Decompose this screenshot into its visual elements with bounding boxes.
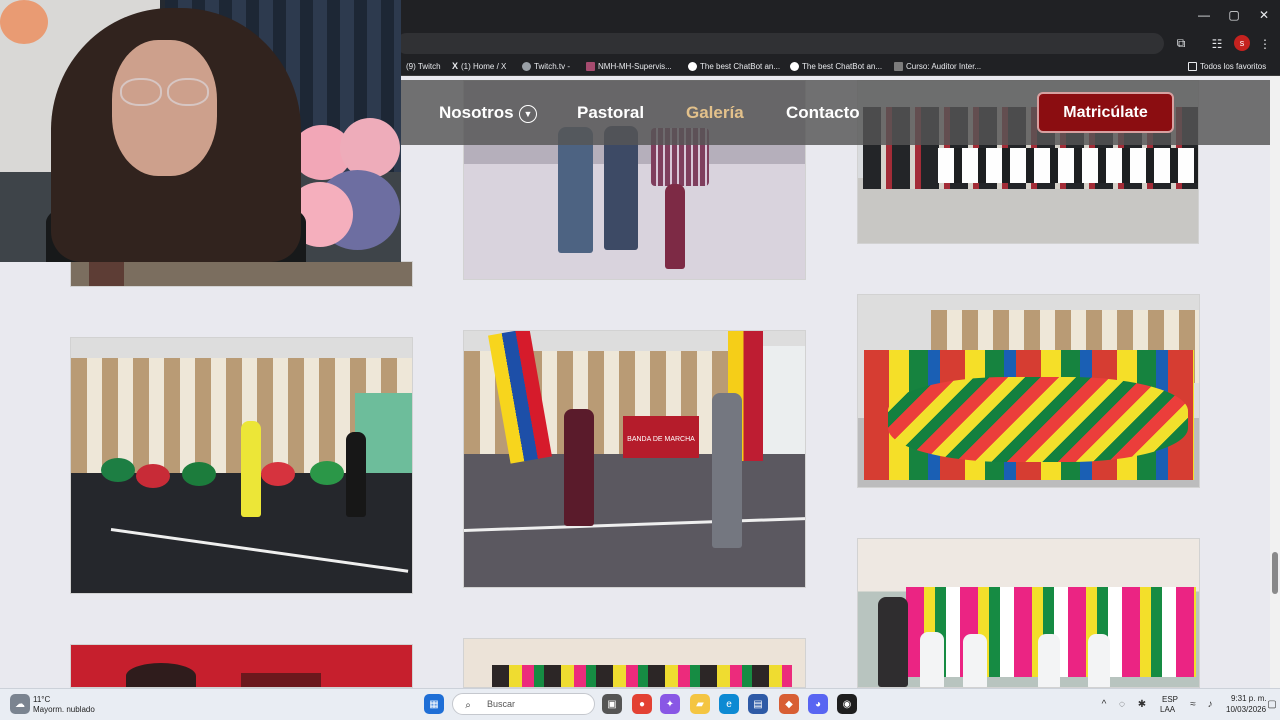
weather-temperature[interactable]: 11°C [33, 695, 50, 704]
bookmark-item[interactable]: Curso: Auditor Inter... [894, 59, 981, 73]
extensions-icon[interactable]: ⧉ [1170, 33, 1192, 54]
chevron-down-icon[interactable]: ▼ [519, 105, 537, 123]
notifications-icon[interactable]: ▢ [1262, 694, 1280, 714]
file-explorer-icon[interactable]: ▰ [690, 694, 710, 714]
task-view-icon[interactable]: ▣ [602, 694, 622, 714]
bookmark-item[interactable]: Twitch.tv - [522, 59, 570, 73]
page-scrollbar[interactable] [1270, 76, 1280, 688]
menu-icon[interactable]: ⋮ [1254, 33, 1276, 54]
scrollbar-thumb[interactable] [1272, 552, 1278, 594]
enroll-button[interactable]: Matricúlate [1037, 92, 1174, 133]
volume-icon[interactable]: ♪ [1200, 694, 1220, 714]
clock-date[interactable]: 10/03/2026 [1226, 705, 1266, 714]
address-bar[interactable] [396, 33, 1164, 54]
bluetooth-icon[interactable]: ✱ [1132, 694, 1152, 714]
store-icon[interactable]: ▤ [748, 694, 768, 714]
search-icon: ⌕ [465, 699, 471, 711]
obs-icon[interactable]: ◉ [837, 694, 857, 714]
minimize-button[interactable]: — [1188, 0, 1220, 30]
profile-avatar[interactable]: s [1234, 35, 1250, 51]
copilot-icon[interactable]: ✦ [660, 694, 680, 714]
edge-icon[interactable]: e [719, 694, 739, 714]
gallery-photo[interactable] [70, 337, 413, 594]
nav-item-contacto[interactable]: Contacto [786, 103, 860, 126]
nav-item-galeria[interactable]: Galería [686, 103, 744, 126]
bookmark-item[interactable]: NMH-MH-Supervis... [586, 59, 672, 73]
network-icon[interactable]: ◌ [1112, 694, 1132, 714]
bookmark-item[interactable]: X (1) Home / X [452, 59, 506, 73]
weather-icon[interactable]: ☁ [10, 694, 30, 714]
language-indicator[interactable]: ESP [1162, 695, 1178, 704]
gallery-photo[interactable] [857, 538, 1200, 688]
chevron-up-icon[interactable]: ^ [1094, 694, 1114, 714]
chrome-icon[interactable]: ● [632, 694, 652, 714]
discord-icon[interactable]: ◕ [808, 694, 828, 714]
gallery-photo[interactable]: BANDA DE MARCHA [463, 330, 806, 588]
start-icon[interactable]: ▦ [424, 694, 444, 714]
bookmark-all-favorites[interactable]: Todos los favoritos [1188, 59, 1266, 73]
bookmark-item[interactable]: The best ChatBot an... [688, 59, 780, 73]
webcam-overlay [0, 0, 401, 262]
nav-item-pastoral[interactable]: Pastoral [577, 103, 644, 126]
keyboard-layout[interactable]: LAA [1160, 705, 1175, 714]
gallery-photo[interactable] [70, 261, 413, 287]
restore-button[interactable]: ▢ [1218, 0, 1250, 30]
gallery-photo[interactable] [857, 294, 1200, 488]
bookmark-item[interactable]: The best ChatBot an... [790, 59, 882, 73]
weather-description[interactable]: Mayorm. nublado [33, 705, 95, 714]
gallery-photo[interactable] [70, 644, 413, 688]
bookmark-item[interactable]: (9) Twitch [406, 59, 441, 73]
close-button[interactable]: ✕ [1248, 0, 1280, 30]
marching-band-banner: BANDA DE MARCHA [623, 416, 699, 458]
app-icon[interactable]: ◆ [779, 694, 799, 714]
gallery-photo[interactable] [463, 638, 806, 688]
media-control-icon[interactable]: ☷ [1206, 33, 1228, 54]
nav-item-nosotros[interactable]: Nosotros [439, 103, 514, 126]
